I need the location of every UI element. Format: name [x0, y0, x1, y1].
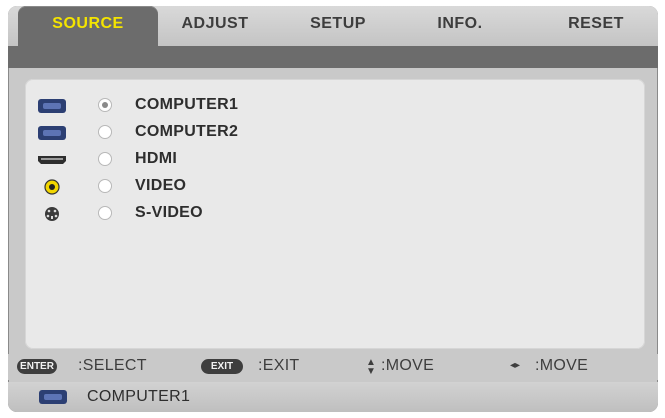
tab-source[interactable]: SOURCE: [18, 6, 158, 46]
s-video-port-icon: [45, 207, 59, 221]
help-move-vertical: :MOVE: [381, 357, 435, 374]
source-item-s-video[interactable]: S-VIDEO: [25, 202, 645, 226]
radio-hdmi[interactable]: [98, 152, 112, 166]
source-label: COMPUTER2: [135, 123, 239, 140]
exit-key-icon: EXIT: [201, 359, 243, 374]
source-label: VIDEO: [135, 177, 187, 194]
up-down-arrow-icon: ▲ ▼: [366, 357, 376, 377]
video-rca-icon: [44, 179, 60, 195]
radio-computer1[interactable]: [98, 98, 112, 112]
source-item-computer1[interactable]: COMPUTER1: [25, 94, 645, 118]
enter-key-icon: ENTER: [17, 359, 57, 374]
computer-port-icon: [39, 390, 67, 404]
help-select: :SELECT: [78, 357, 147, 374]
tab-reset[interactable]: RESET: [544, 6, 648, 46]
source-label: COMPUTER1: [135, 96, 239, 113]
radio-computer2[interactable]: [98, 125, 112, 139]
source-label: S-VIDEO: [135, 204, 203, 221]
submenu-strip: [8, 46, 658, 68]
radio-video[interactable]: [98, 179, 112, 193]
hdmi-port-icon: [38, 156, 66, 164]
source-item-video[interactable]: VIDEO: [25, 175, 645, 199]
source-item-hdmi[interactable]: HDMI: [25, 148, 645, 172]
osd-menu: SOURCE ADJUST SETUP INFO. RESET COMPUTER…: [8, 6, 658, 412]
computer-port-icon: [38, 126, 66, 140]
help-exit: :EXIT: [258, 357, 300, 374]
key-help-bar: ENTER :SELECT EXIT :EXIT ▲ ▼ :MOVE ◂▸ :MO…: [8, 354, 658, 380]
source-label: HDMI: [135, 150, 178, 167]
help-move-horizontal: :MOVE: [535, 357, 589, 374]
tab-adjust[interactable]: ADJUST: [160, 6, 270, 46]
current-source-bar: COMPUTER1: [8, 382, 658, 412]
tab-info[interactable]: INFO.: [412, 6, 508, 46]
source-list-panel: COMPUTER1 COMPUTER2 HDMI VIDEO S-VIDEO: [25, 79, 645, 349]
current-source-label: COMPUTER1: [87, 388, 191, 405]
source-item-computer2[interactable]: COMPUTER2: [25, 121, 645, 145]
menu-tab-bar: SOURCE ADJUST SETUP INFO. RESET: [8, 6, 658, 46]
tab-setup[interactable]: SETUP: [288, 6, 388, 46]
computer-port-icon: [38, 99, 66, 113]
left-right-arrow-icon: ◂▸: [510, 360, 521, 371]
radio-s-video[interactable]: [98, 206, 112, 220]
